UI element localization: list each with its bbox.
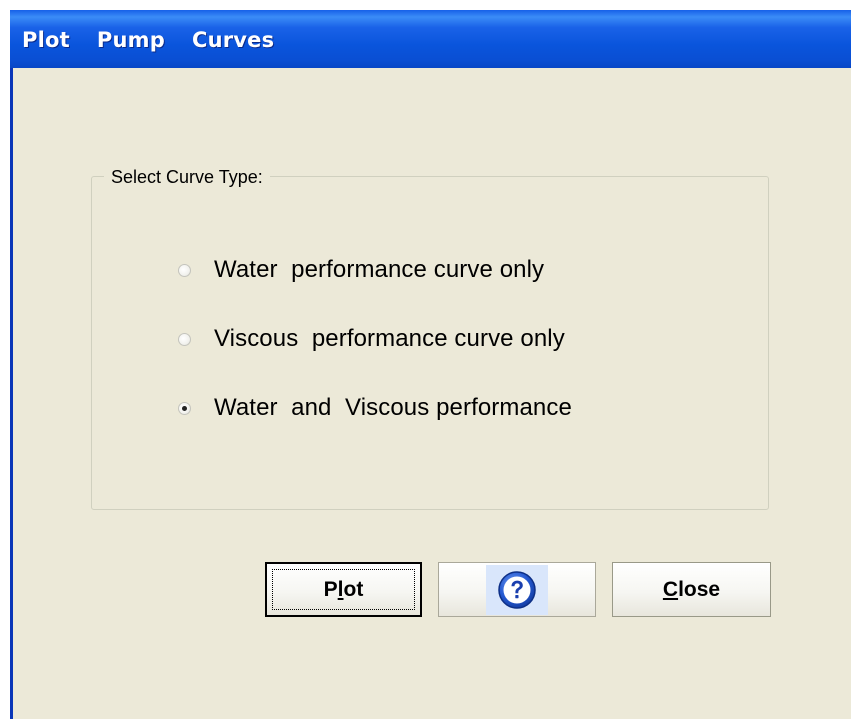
title-bar[interactable]: Plot Pump Curves: [10, 10, 851, 68]
plot-button-label: Plot: [323, 577, 364, 601]
radio-label-viscous-only[interactable]: Viscous performance curve only: [214, 325, 565, 353]
close-button-label: Close: [662, 577, 721, 601]
plot-button[interactable]: Plot: [265, 562, 422, 617]
radio-button-icon[interactable]: [178, 263, 191, 277]
close-button[interactable]: Close: [612, 562, 771, 617]
radio-button-icon[interactable]: [178, 332, 191, 346]
radio-viscous-only[interactable]: Viscous performance curve only: [178, 324, 565, 354]
radio-selected-dot: [182, 405, 187, 411]
help-question-icon: [498, 570, 536, 609]
radio-label-water-only[interactable]: Water performance curve only: [214, 256, 544, 284]
radio-label-water-and-viscous[interactable]: Water and Viscous performance: [214, 394, 572, 422]
help-button[interactable]: [438, 562, 596, 617]
window-title: Plot Pump Curves: [22, 28, 275, 52]
groupbox-label: Select Curve Type:: [104, 167, 270, 188]
help-icon-background: [486, 564, 548, 615]
radio-button-selected-icon[interactable]: [178, 401, 191, 415]
radio-water-and-viscous[interactable]: Water and Viscous performance: [178, 393, 572, 423]
radio-water-only[interactable]: Water performance curve only: [178, 255, 544, 285]
